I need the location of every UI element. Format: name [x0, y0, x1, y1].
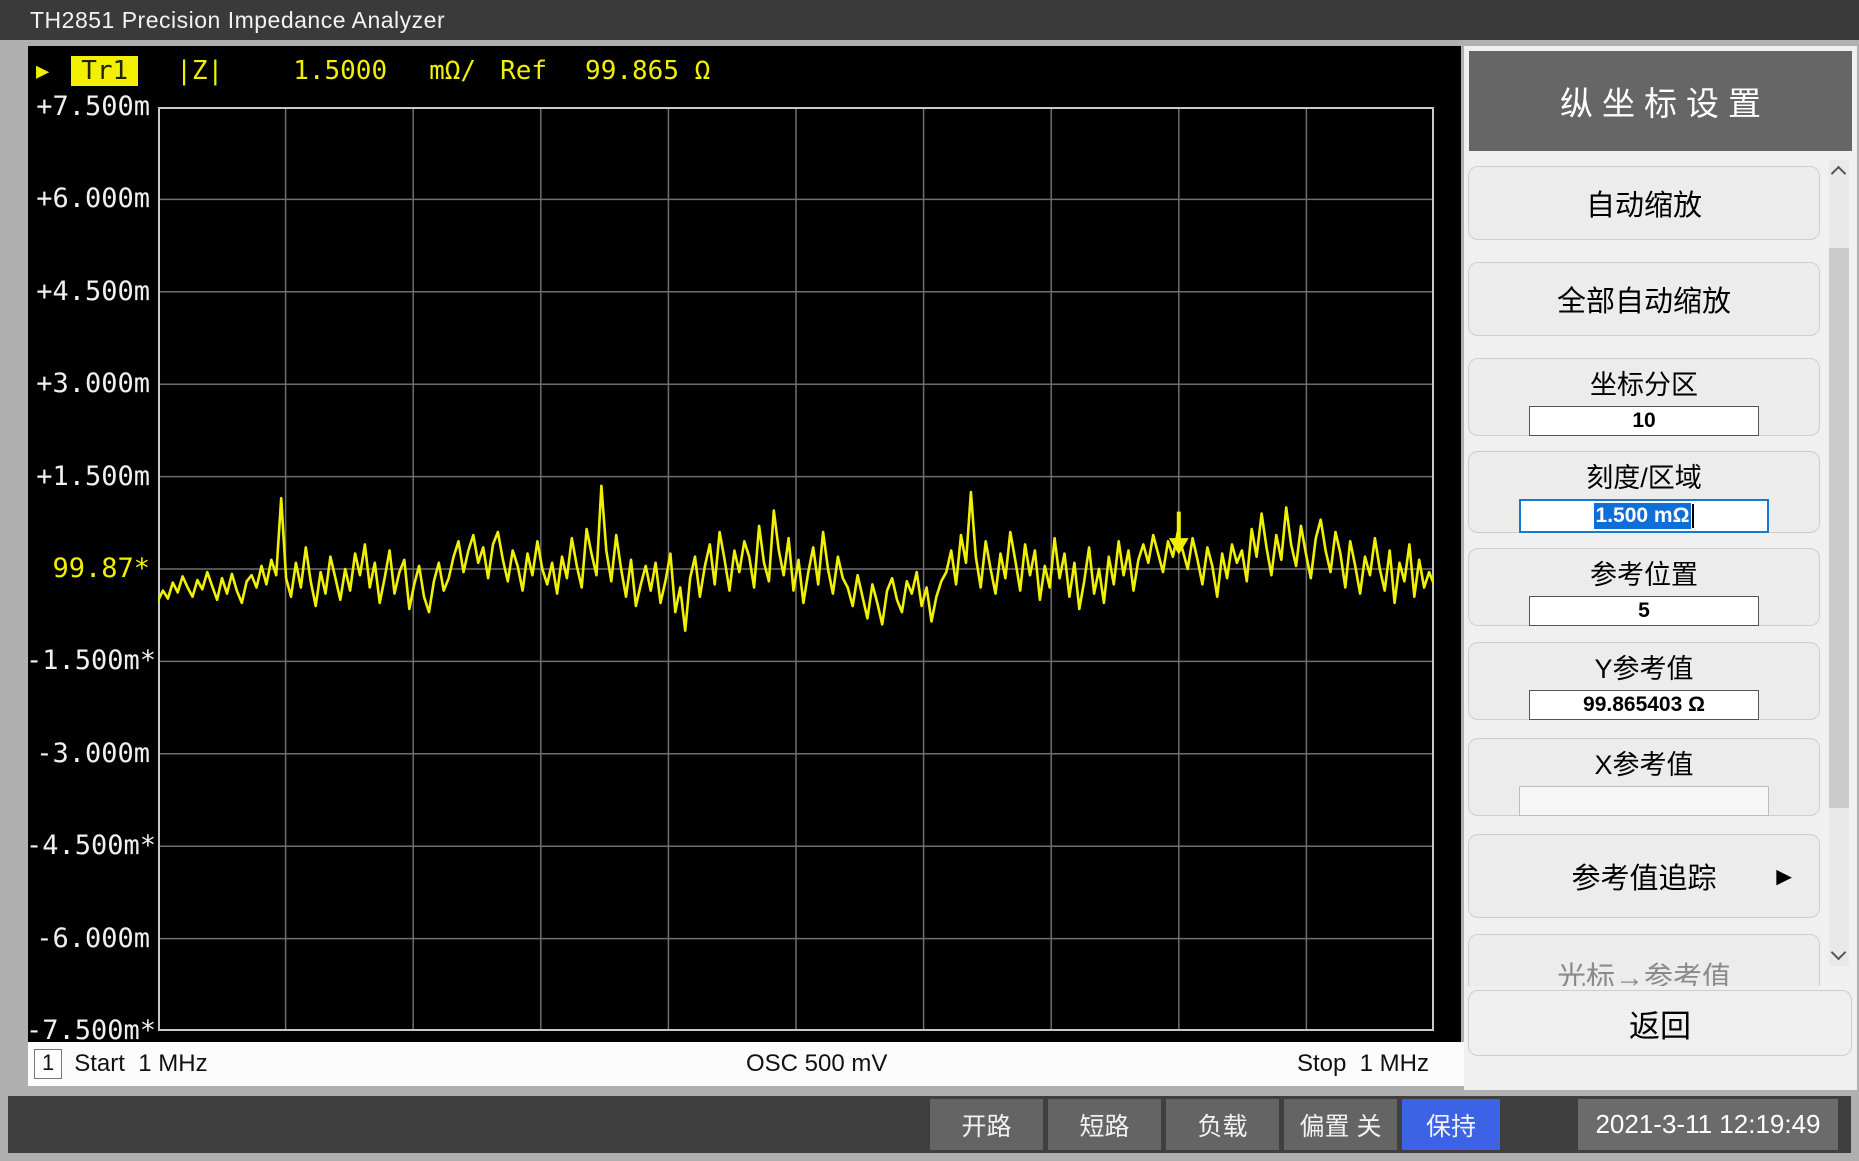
y-axis-label: 99.87*	[26, 553, 150, 584]
scrollbar-thumb[interactable]	[1829, 248, 1849, 808]
app-title: TH2851 Precision Impedance Analyzer	[30, 7, 445, 34]
y-axis-label: -6.000m	[26, 923, 150, 954]
scroll-up-icon[interactable]	[1831, 166, 1847, 182]
auto-scale-button[interactable]: 自动缩放	[1468, 166, 1820, 240]
bottom-bar: 开路 短路 负载 偏置 关 保持 2021-3-11 12:19:49	[8, 1096, 1851, 1153]
auto-scale-all-button[interactable]: 全部自动缩放	[1468, 262, 1820, 336]
datetime-display: 2021-3-11 12:19:49	[1578, 1099, 1838, 1150]
scale-per-div-label: 刻度/区域	[1469, 456, 1819, 495]
osc-level-label: OSC 500 mV	[746, 1050, 887, 1078]
hold-button[interactable]: 保持	[1402, 1099, 1500, 1150]
back-button[interactable]: 返回	[1468, 990, 1852, 1056]
calibration-buttons: 开路 短路 负载 偏置 关 保持	[930, 1099, 1500, 1150]
scroll-down-icon[interactable]	[1831, 945, 1847, 961]
y-axis-label: +1.500m	[26, 461, 150, 492]
trace-scale-value: 1.5000	[293, 56, 387, 86]
y-axis-label: -3.000m	[26, 738, 150, 769]
scale-per-div-input[interactable]: 1.500 mΩ	[1519, 499, 1769, 533]
trace-name-badge[interactable]: Tr1	[71, 56, 138, 86]
divisions-label: 坐标分区	[1469, 363, 1819, 402]
trace-plot	[158, 107, 1434, 1031]
short-correction-button[interactable]: 短路	[1048, 1099, 1161, 1150]
cursor-to-ref-button[interactable]: 光标→参考值	[1468, 934, 1820, 986]
x-ref-input[interactable]	[1519, 786, 1769, 816]
submenu-arrow-icon: ►	[1771, 861, 1797, 892]
y-axis-label: +4.500m	[26, 276, 150, 307]
y-ref-input[interactable]: 99.865403 Ω	[1529, 690, 1759, 720]
y-ref-group: Y参考值 99.865403 Ω	[1468, 642, 1820, 720]
selected-text: 1.500 mΩ	[1594, 503, 1692, 529]
instrument-screen: ▶ Tr1 |Z| 1.5000 mΩ/ Ref 99.865 Ω +7.500…	[28, 46, 1461, 1042]
sweep-stop-label: Stop 1 MHz	[1297, 1050, 1429, 1078]
ref-position-group: 参考位置 5	[1468, 548, 1820, 626]
scale-per-div-group: 刻度/区域 1.500 mΩ	[1468, 451, 1820, 533]
y-axis-labels: +7.500m+6.000m+4.500m+3.000m+1.500m99.87…	[28, 107, 152, 1031]
title-bar: TH2851 Precision Impedance Analyzer	[0, 0, 1859, 40]
ref-position-label: 参考位置	[1469, 553, 1819, 592]
y-axis-label: +3.000m	[26, 368, 150, 399]
open-correction-button[interactable]: 开路	[930, 1099, 1043, 1150]
x-ref-label: X参考值	[1469, 743, 1819, 782]
y-axis-label: -4.500m*	[26, 830, 150, 861]
bias-off-button[interactable]: 偏置 关	[1284, 1099, 1397, 1150]
divisions-group: 坐标分区 10	[1468, 358, 1820, 436]
y-axis-label: +6.000m	[26, 183, 150, 214]
y-axis-label: +7.500m	[26, 91, 150, 122]
plot-area	[158, 107, 1434, 1031]
sweep-info-bar: 1 Start 1 MHz OSC 500 mV Stop 1 MHz	[28, 1042, 1465, 1086]
load-correction-button[interactable]: 负载	[1166, 1099, 1279, 1150]
clipped-button-region: 光标→参考值	[1468, 934, 1820, 986]
y-ref-label: Y参考值	[1469, 647, 1819, 686]
trace-marker-down-arrow-icon	[158, 107, 1188, 554]
active-trace-arrow-icon: ▶	[36, 59, 49, 84]
panel-scrollbar[interactable]	[1829, 160, 1849, 966]
ref-position-input[interactable]: 5	[1529, 596, 1759, 626]
trace-ref-value: 99.865 Ω	[585, 56, 710, 86]
x-ref-group: X参考值	[1468, 738, 1820, 816]
vertical-axis-settings-panel: 纵坐标设置 自动缩放 全部自动缩放 坐标分区 10 刻度/区域 1.500 mΩ…	[1464, 46, 1857, 1090]
channel-indicator: 1	[34, 1049, 62, 1079]
y-axis-label: -1.500m*	[26, 645, 150, 676]
trace-parameter[interactable]: |Z|	[176, 56, 223, 86]
divisions-input[interactable]: 10	[1529, 406, 1759, 436]
text-caret	[1692, 504, 1694, 528]
sweep-start-label: Start 1 MHz	[74, 1050, 207, 1078]
ref-tracking-button[interactable]: 参考值追踪 ►	[1468, 834, 1820, 918]
trace-status-line: ▶ Tr1 |Z| 1.5000 mΩ/ Ref 99.865 Ω	[30, 54, 1463, 88]
panel-title: 纵坐标设置	[1469, 51, 1852, 151]
trace-ref-label: Ref	[500, 56, 547, 86]
trace-scale-unit: mΩ/	[429, 56, 476, 86]
